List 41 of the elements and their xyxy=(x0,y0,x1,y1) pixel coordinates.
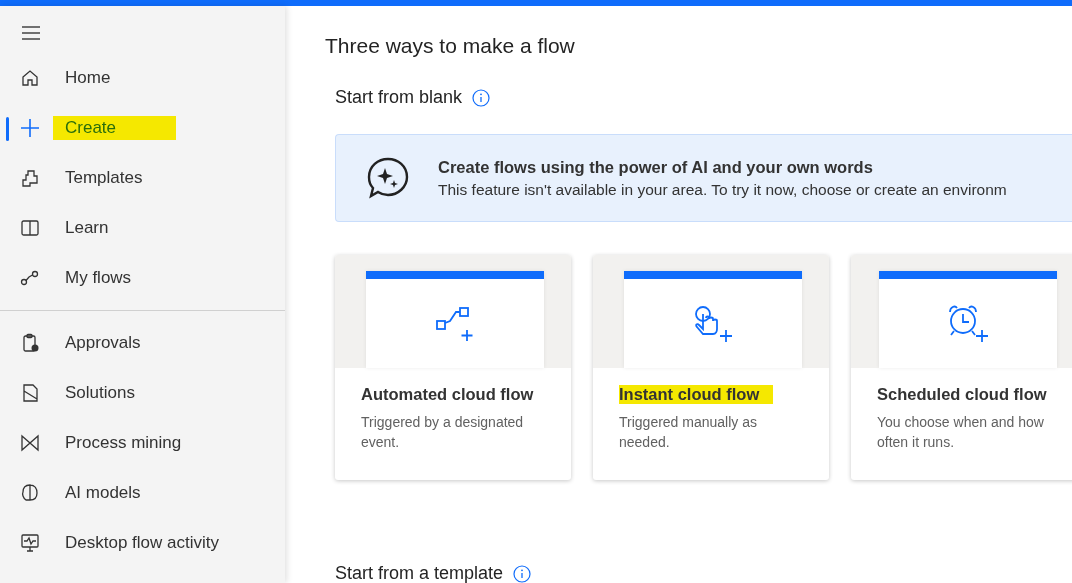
plus-icon xyxy=(20,118,40,138)
card-description: Triggered manually as needed. xyxy=(619,413,758,453)
flow-card[interactable]: Scheduled cloud flow You choose when and how often it runs. xyxy=(851,255,1072,480)
bowtie-icon xyxy=(20,433,40,453)
info-icon[interactable] xyxy=(513,564,532,583)
alarm-clock-plus-icon xyxy=(947,304,989,343)
book-icon xyxy=(20,218,40,238)
nodes-icon xyxy=(20,268,40,288)
nav-item[interactable]: Approvals xyxy=(0,318,285,368)
card-title: Automated cloud flow xyxy=(361,385,534,404)
nav-item[interactable]: My flows xyxy=(0,253,285,303)
flow-card[interactable]: Instant cloud flow Triggered manually as needed. xyxy=(593,255,829,480)
brain-icon xyxy=(20,483,40,503)
clipboard-icon xyxy=(20,333,40,353)
menu-icon[interactable] xyxy=(21,25,41,41)
hand-plus-icon xyxy=(693,304,733,343)
banner-text: This feature isn't available in your area. To try it now, choose or create an environm xyxy=(438,180,1007,199)
banner-title: Create flows using the power of AI and your own words xyxy=(438,157,874,177)
section-heading: Start from blank xyxy=(335,87,463,108)
home-icon xyxy=(20,68,40,88)
monitor-icon xyxy=(20,533,40,553)
flow-plus-icon xyxy=(436,305,474,342)
card-description: You choose when and how often it runs. xyxy=(877,413,1045,453)
document-icon xyxy=(20,383,40,403)
nav-item[interactable]: AI models xyxy=(0,468,285,518)
card-title: Scheduled cloud flow xyxy=(877,385,1047,404)
puzzle-icon xyxy=(20,168,40,188)
chat-sparkle-icon xyxy=(366,156,410,200)
section-heading: Start from a template xyxy=(335,563,504,583)
nav-item[interactable]: Create xyxy=(0,103,285,153)
page-title: Three ways to make a flow xyxy=(325,34,576,58)
nav-item[interactable]: Home xyxy=(0,53,285,103)
nav-item[interactable]: Desktop flow activity xyxy=(0,518,285,568)
nav-item[interactable]: Process mining xyxy=(0,418,285,468)
nav-item[interactable]: Templates xyxy=(0,153,285,203)
card-description: Triggered by a designated event. xyxy=(361,413,525,453)
info-icon[interactable] xyxy=(472,88,491,107)
nav-item[interactable]: Learn xyxy=(0,203,285,253)
nav-item[interactable]: Solutions xyxy=(0,368,285,418)
card-title: Instant cloud flow xyxy=(619,385,774,404)
flow-card[interactable]: Automated cloud flow Triggered by a designated event. xyxy=(335,255,571,480)
